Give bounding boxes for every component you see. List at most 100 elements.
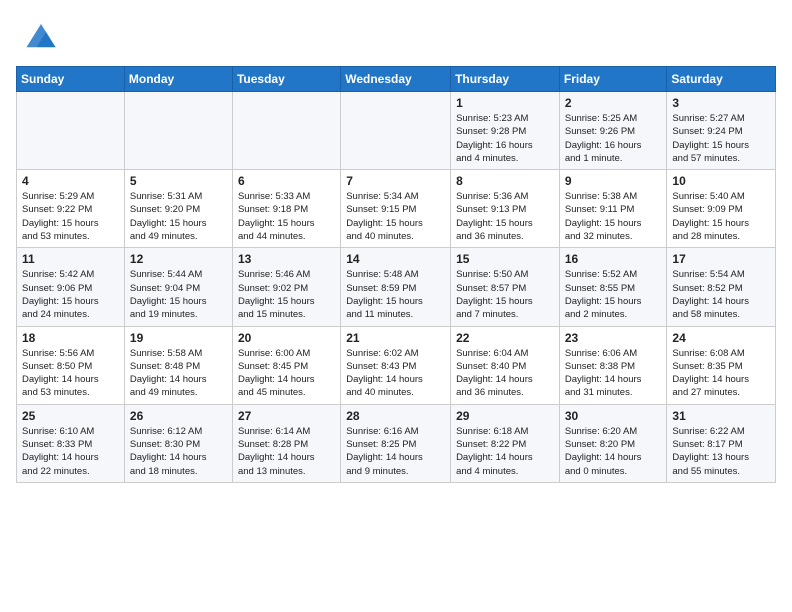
- calendar-cell: 29 Sunrise: 6:18 AM Sunset: 8:22 PM Dayli…: [451, 404, 560, 482]
- calendar-table: SundayMondayTuesdayWednesdayThursdayFrid…: [16, 66, 776, 483]
- calendar-cell: 4 Sunrise: 5:29 AM Sunset: 9:22 PM Daylig…: [17, 170, 125, 248]
- day-info: Sunrise: 5:52 AM Sunset: 8:55 PM Dayligh…: [565, 268, 662, 321]
- calendar-cell: 5Sunrise: 5:31 AM Sunset: 9:20 PM Daylig…: [124, 170, 232, 248]
- day-info: Sunrise: 6:14 AM Sunset: 8:28 PM Dayligh…: [238, 425, 335, 478]
- day-number: 11: [22, 252, 119, 266]
- calendar-cell: 23 Sunrise: 6:06 AM Sunset: 8:38 PM Dayli…: [559, 326, 667, 404]
- calendar-week-4: 18 Sunrise: 5:56 AM Sunset: 8:50 PM Dayli…: [17, 326, 776, 404]
- day-info: Sunrise: 5:48 AM Sunset: 8:59 PM Dayligh…: [346, 268, 445, 321]
- day-header-tuesday: Tuesday: [232, 67, 340, 92]
- day-info: Sunrise: 6:10 AM Sunset: 8:33 PM Dayligh…: [22, 425, 119, 478]
- page-header: [16, 16, 776, 58]
- calendar-cell: 25 Sunrise: 6:10 AM Sunset: 8:33 PM Dayli…: [17, 404, 125, 482]
- day-info: Sunrise: 5:54 AM Sunset: 8:52 PM Dayligh…: [672, 268, 770, 321]
- calendar-cell: 28Sunrise: 6:16 AM Sunset: 8:25 PM Dayli…: [341, 404, 451, 482]
- calendar-cell: 10 Sunrise: 5:40 AM Sunset: 9:09 PM Dayli…: [667, 170, 776, 248]
- logo: [16, 16, 70, 58]
- calendar-cell: 12 Sunrise: 5:44 AM Sunset: 9:04 PM Dayli…: [124, 248, 232, 326]
- day-number: 25: [22, 409, 119, 423]
- day-number: 16: [565, 252, 662, 266]
- day-header-thursday: Thursday: [451, 67, 560, 92]
- calendar-cell: 3 Sunrise: 5:27 AM Sunset: 9:24 PM Daylig…: [667, 92, 776, 170]
- day-header-friday: Friday: [559, 67, 667, 92]
- day-info: Sunrise: 5:36 AM Sunset: 9:13 PM Dayligh…: [456, 190, 554, 243]
- day-number: 30: [565, 409, 662, 423]
- calendar-cell: 14 Sunrise: 5:48 AM Sunset: 8:59 PM Dayli…: [341, 248, 451, 326]
- day-info: Sunrise: 5:42 AM Sunset: 9:06 PM Dayligh…: [22, 268, 119, 321]
- calendar-cell: 17 Sunrise: 5:54 AM Sunset: 8:52 PM Dayli…: [667, 248, 776, 326]
- day-info: Sunrise: 5:46 AM Sunset: 9:02 PM Dayligh…: [238, 268, 335, 321]
- day-info: Sunrise: 5:23 AM Sunset: 9:28 PM Dayligh…: [456, 112, 554, 165]
- day-number: 8: [456, 174, 554, 188]
- day-number: 22: [456, 331, 554, 345]
- day-info: Sunrise: 6:04 AM Sunset: 8:40 PM Dayligh…: [456, 347, 554, 400]
- day-number: 6: [238, 174, 335, 188]
- day-info: Sunrise: 5:25 AM Sunset: 9:26 PM Dayligh…: [565, 112, 662, 165]
- calendar-cell: 31Sunrise: 6:22 AM Sunset: 8:17 PM Dayli…: [667, 404, 776, 482]
- day-number: 21: [346, 331, 445, 345]
- day-info: Sunrise: 6:20 AM Sunset: 8:20 PM Dayligh…: [565, 425, 662, 478]
- day-number: 9: [565, 174, 662, 188]
- day-info: Sunrise: 5:33 AM Sunset: 9:18 PM Dayligh…: [238, 190, 335, 243]
- calendar-cell: [232, 92, 340, 170]
- calendar-cell: [341, 92, 451, 170]
- day-number: 18: [22, 331, 119, 345]
- calendar-week-5: 25 Sunrise: 6:10 AM Sunset: 8:33 PM Dayli…: [17, 404, 776, 482]
- day-info: Sunrise: 5:40 AM Sunset: 9:09 PM Dayligh…: [672, 190, 770, 243]
- day-header-saturday: Saturday: [667, 67, 776, 92]
- calendar-cell: 16 Sunrise: 5:52 AM Sunset: 8:55 PM Dayli…: [559, 248, 667, 326]
- calendar-cell: 21Sunrise: 6:02 AM Sunset: 8:43 PM Dayli…: [341, 326, 451, 404]
- day-number: 29: [456, 409, 554, 423]
- day-number: 23: [565, 331, 662, 345]
- day-number: 1: [456, 96, 554, 110]
- day-info: Sunrise: 6:06 AM Sunset: 8:38 PM Dayligh…: [565, 347, 662, 400]
- day-info: Sunrise: 5:27 AM Sunset: 9:24 PM Dayligh…: [672, 112, 770, 165]
- day-info: Sunrise: 6:12 AM Sunset: 8:30 PM Dayligh…: [130, 425, 227, 478]
- calendar-cell: 6 Sunrise: 5:33 AM Sunset: 9:18 PM Daylig…: [232, 170, 340, 248]
- calendar-cell: 2 Sunrise: 5:25 AM Sunset: 9:26 PM Daylig…: [559, 92, 667, 170]
- calendar-week-2: 4 Sunrise: 5:29 AM Sunset: 9:22 PM Daylig…: [17, 170, 776, 248]
- day-number: 27: [238, 409, 335, 423]
- day-number: 4: [22, 174, 119, 188]
- calendar-cell: 27 Sunrise: 6:14 AM Sunset: 8:28 PM Dayli…: [232, 404, 340, 482]
- day-number: 7: [346, 174, 445, 188]
- day-number: 19: [130, 331, 227, 345]
- calendar-cell: 11 Sunrise: 5:42 AM Sunset: 9:06 PM Dayli…: [17, 248, 125, 326]
- day-info: Sunrise: 5:29 AM Sunset: 9:22 PM Dayligh…: [22, 190, 119, 243]
- day-info: Sunrise: 5:56 AM Sunset: 8:50 PM Dayligh…: [22, 347, 119, 400]
- calendar-header-row: SundayMondayTuesdayWednesdayThursdayFrid…: [17, 67, 776, 92]
- day-number: 12: [130, 252, 227, 266]
- calendar-cell: 9 Sunrise: 5:38 AM Sunset: 9:11 PM Daylig…: [559, 170, 667, 248]
- day-number: 15: [456, 252, 554, 266]
- day-number: 17: [672, 252, 770, 266]
- day-info: Sunrise: 5:58 AM Sunset: 8:48 PM Dayligh…: [130, 347, 227, 400]
- day-info: Sunrise: 5:34 AM Sunset: 9:15 PM Dayligh…: [346, 190, 445, 243]
- day-header-wednesday: Wednesday: [341, 67, 451, 92]
- day-number: 24: [672, 331, 770, 345]
- day-number: 2: [565, 96, 662, 110]
- day-info: Sunrise: 5:38 AM Sunset: 9:11 PM Dayligh…: [565, 190, 662, 243]
- calendar-cell: 7 Sunrise: 5:34 AM Sunset: 9:15 PM Daylig…: [341, 170, 451, 248]
- calendar-cell: 26Sunrise: 6:12 AM Sunset: 8:30 PM Dayli…: [124, 404, 232, 482]
- day-header-sunday: Sunday: [17, 67, 125, 92]
- calendar-cell: 1 Sunrise: 5:23 AM Sunset: 9:28 PM Daylig…: [451, 92, 560, 170]
- day-info: Sunrise: 6:16 AM Sunset: 8:25 PM Dayligh…: [346, 425, 445, 478]
- day-number: 13: [238, 252, 335, 266]
- day-info: Sunrise: 5:44 AM Sunset: 9:04 PM Dayligh…: [130, 268, 227, 321]
- day-number: 10: [672, 174, 770, 188]
- calendar-cell: 20Sunrise: 6:00 AM Sunset: 8:45 PM Dayli…: [232, 326, 340, 404]
- day-number: 14: [346, 252, 445, 266]
- day-number: 3: [672, 96, 770, 110]
- day-info: Sunrise: 6:00 AM Sunset: 8:45 PM Dayligh…: [238, 347, 335, 400]
- day-info: Sunrise: 6:18 AM Sunset: 8:22 PM Dayligh…: [456, 425, 554, 478]
- day-info: Sunrise: 5:31 AM Sunset: 9:20 PM Dayligh…: [130, 190, 227, 243]
- calendar-cell: 8 Sunrise: 5:36 AM Sunset: 9:13 PM Daylig…: [451, 170, 560, 248]
- day-header-monday: Monday: [124, 67, 232, 92]
- logo-icon: [16, 16, 66, 58]
- calendar-week-3: 11 Sunrise: 5:42 AM Sunset: 9:06 PM Dayli…: [17, 248, 776, 326]
- calendar-cell: 15Sunrise: 5:50 AM Sunset: 8:57 PM Dayli…: [451, 248, 560, 326]
- day-info: Sunrise: 6:08 AM Sunset: 8:35 PM Dayligh…: [672, 347, 770, 400]
- calendar-cell: 24 Sunrise: 6:08 AM Sunset: 8:35 PM Dayli…: [667, 326, 776, 404]
- day-number: 31: [672, 409, 770, 423]
- calendar-cell: 30 Sunrise: 6:20 AM Sunset: 8:20 PM Dayli…: [559, 404, 667, 482]
